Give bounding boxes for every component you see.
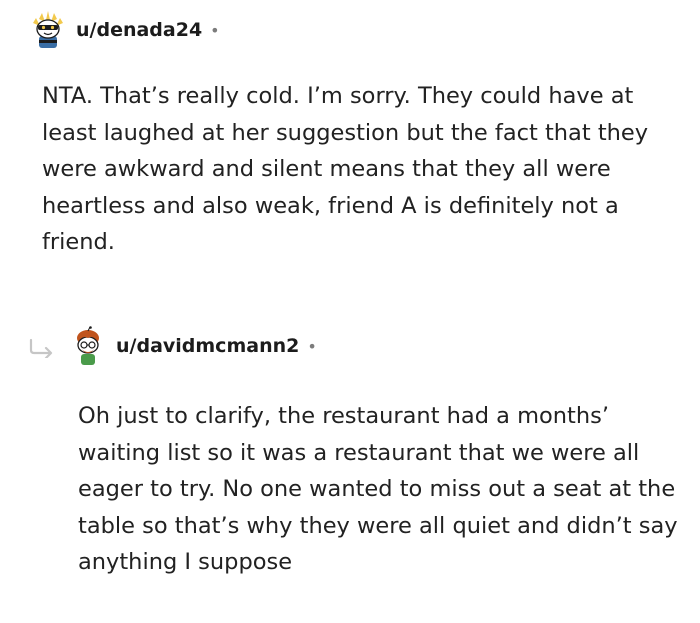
separator-dot: • bbox=[307, 336, 317, 356]
username[interactable]: u/davidmcmann2 bbox=[116, 335, 299, 357]
separator-dot: • bbox=[210, 20, 220, 40]
comment-header: u/davidmcmann2 • bbox=[68, 324, 688, 368]
reply-arrow-icon bbox=[29, 338, 53, 358]
comment-body: Oh just to clarify, the restaurant had a… bbox=[78, 403, 678, 575]
comment-body: NTA. That’s really cold. I’m sorry. They… bbox=[42, 83, 649, 255]
red-haired-snoo-avatar-icon[interactable] bbox=[68, 326, 108, 366]
comment-reply: u/davidmcmann2 • Oh just to clarify, the… bbox=[28, 324, 688, 581]
comment-top-level: u/denada24 • NTA. That’s really cold. I’… bbox=[28, 8, 688, 261]
bee-snoo-avatar-icon[interactable] bbox=[28, 10, 68, 50]
username[interactable]: u/denada24 bbox=[76, 19, 202, 41]
comment-header: u/denada24 • bbox=[28, 8, 688, 52]
